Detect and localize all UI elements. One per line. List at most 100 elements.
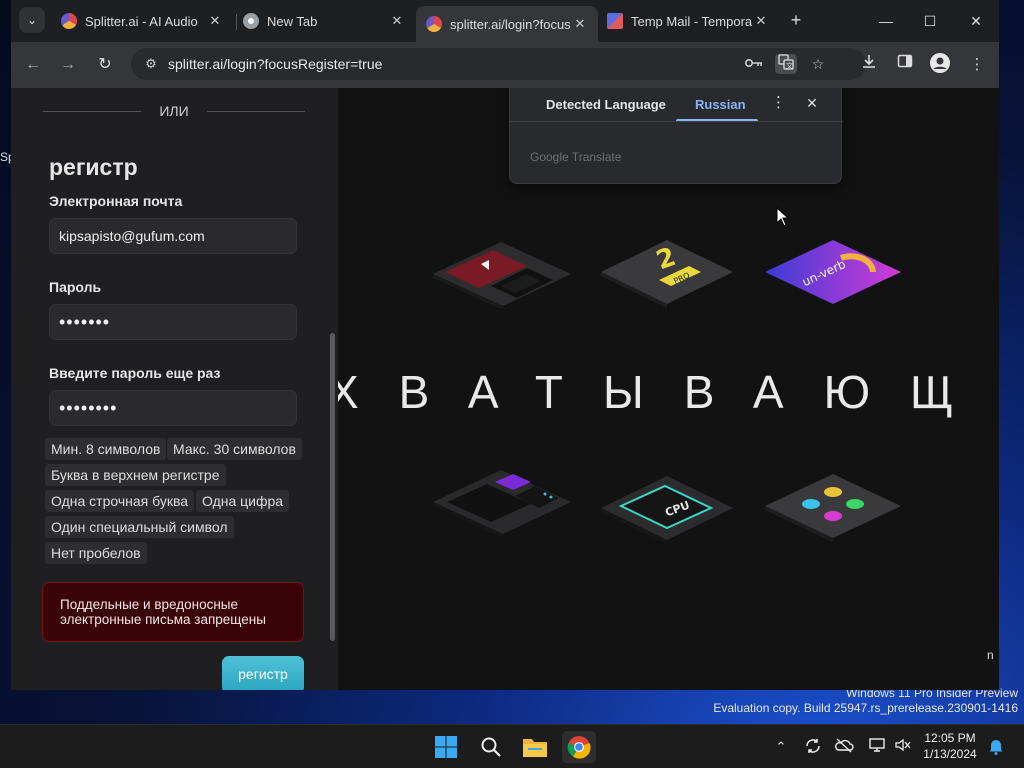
network-icon[interactable] (867, 737, 887, 757)
address-bar[interactable]: ⚙ splitter.ai/login?focusRegister=true 文… (131, 48, 866, 80)
minimize-button[interactable]: — (863, 8, 909, 34)
requirement-max-length: Макс. 30 символов (167, 438, 302, 460)
fake-email-warning: Поддельные и вредоносные электронные пис… (42, 582, 304, 642)
email-label: Электронная почта (49, 193, 183, 209)
requirement-digit: Одна цифра (196, 490, 290, 512)
confirm-password-value: •••••••• (59, 397, 118, 418)
notifications-bell-icon[interactable] (986, 737, 1006, 757)
volume-muted-icon[interactable] (893, 737, 913, 757)
start-button[interactable] (429, 731, 463, 763)
close-window-button[interactable]: ✕ (953, 8, 999, 34)
sync-icon[interactable] (803, 737, 823, 757)
download-icon[interactable] (857, 53, 881, 77)
close-tab-icon[interactable]: ✕ (753, 13, 769, 29)
close-tab-icon[interactable]: ✕ (389, 13, 405, 29)
tab-splitter-login[interactable]: splitter.ai/login?focus ✕ (416, 6, 598, 42)
page-content: ИЛИ регистр Электронная почта kipsapisto… (11, 88, 999, 690)
scrollbar-thumb[interactable] (330, 333, 335, 641)
taskbar-clock[interactable]: 12:05 PM 1/13/2024 (918, 730, 982, 762)
email-field[interactable]: kipsapisto@gufum.com (49, 218, 297, 254)
cpu-tile-icon: CPU (601, 476, 733, 544)
keyboard-tile-icon (433, 470, 571, 538)
chrome-taskbar-button[interactable] (562, 731, 596, 763)
splitter-favicon-icon (61, 13, 77, 29)
svg-text:文: 文 (786, 61, 793, 70)
translate-popup: Detected Language Russian ⋮ ✕ Google Tra… (509, 88, 843, 184)
requirement-min-length: Мин. 8 символов (45, 438, 167, 460)
chrome-menu-icon[interactable]: ⋮ (965, 53, 989, 77)
register-title: регистр (49, 154, 138, 180)
browser-toolbar: ← → ↻ ⚙ splitter.ai/login?focusRegister=… (11, 42, 999, 88)
popup-divider (510, 121, 843, 122)
divider-line (207, 111, 305, 112)
marquee-text: ХВАТЫВАЮЩ (338, 366, 994, 418)
detected-language-tab[interactable]: Detected Language (546, 97, 666, 112)
close-tab-icon[interactable]: ✕ (207, 13, 223, 29)
clock-time: 12:05 PM (924, 731, 976, 745)
new-tab-button[interactable]: + (785, 9, 807, 31)
tab-title: Temp Mail - Tempora (631, 13, 753, 29)
chrome-icon (567, 736, 591, 759)
tab-title: New Tab (267, 13, 318, 29)
password-field[interactable]: ••••••• (49, 304, 297, 340)
password-key-icon[interactable] (743, 54, 765, 74)
register-panel: ИЛИ регистр Электронная почта kipsapisto… (11, 88, 328, 690)
controller-tile-icon (765, 474, 901, 542)
back-arrow-icon[interactable]: ← (21, 53, 45, 77)
windows-watermark: Windows 11 Pro Insider Preview Evaluatio… (713, 686, 1018, 716)
forward-arrow-icon[interactable]: → (56, 53, 80, 77)
tab-splitter-ai[interactable]: Splitter.ai - AI Audio ✕ (51, 6, 233, 36)
tab-temp-mail[interactable]: Temp Mail - Tempora ✕ (597, 6, 779, 36)
reload-icon[interactable]: ↻ (93, 53, 117, 77)
clock-date: 1/13/2024 (923, 747, 977, 761)
confirm-password-field[interactable]: •••••••• (49, 390, 297, 426)
search-button[interactable] (474, 731, 508, 763)
translate-icon[interactable]: 文 (775, 54, 797, 74)
tab-search-button[interactable]: ⌄ (19, 7, 45, 33)
unverb-tile-icon: un-verb (765, 240, 901, 304)
maximize-button[interactable]: ☐ (907, 8, 953, 34)
splitter-favicon-icon (426, 16, 442, 32)
onedrive-icon[interactable] (834, 737, 854, 757)
password-value: ••••••• (59, 311, 111, 332)
profile-avatar-icon[interactable] (928, 53, 952, 77)
email-value: kipsapisto@gufum.com (59, 228, 205, 244)
password-label: Пароль (49, 279, 102, 295)
panel-scrollbar[interactable] (328, 88, 338, 690)
tab-title: splitter.ai/login?focus (450, 16, 571, 32)
or-divider: ИЛИ (43, 102, 305, 120)
confirm-password-label: Введите пароль еще раз (49, 365, 221, 381)
requirement-no-spaces: Нет пробелов (45, 542, 147, 564)
google-translate-brand: Google Translate (530, 150, 622, 164)
show-hidden-icons-chevron-icon[interactable]: ⌃ (771, 737, 791, 757)
pro-tile-icon: 2 PRO (601, 240, 733, 308)
close-popup-icon[interactable]: ✕ (803, 93, 821, 113)
page-edge-text: n (987, 648, 994, 662)
taskbar: ⌃ 12:05 PM 1/13/2024 (0, 724, 1024, 768)
tab-strip: ⌄ Splitter.ai - AI Audio ✕ New Tab ✕ spl… (11, 0, 999, 42)
file-explorer-button[interactable] (518, 731, 552, 763)
requirement-special-char: Один специальный символ (45, 516, 234, 538)
close-tab-icon[interactable]: ✕ (572, 16, 588, 32)
requirement-lowercase: Одна строчная буква (45, 490, 195, 512)
chrome-favicon-icon (243, 13, 259, 29)
folder-icon (523, 739, 547, 757)
url-text[interactable]: splitter.ai/login?focusRegister=true (168, 56, 382, 72)
register-button[interactable]: регистр (222, 656, 304, 690)
tab-title: Splitter.ai - AI Audio (85, 13, 198, 29)
headline-marquee: ХВАТЫВАЮЩ (338, 362, 999, 422)
search-icon (481, 737, 501, 757)
temp-mail-favicon-icon (607, 13, 623, 29)
youtube-tile-icon (433, 242, 571, 308)
russian-tab[interactable]: Russian (695, 97, 746, 112)
bookmark-star-icon[interactable]: ☆ (807, 54, 829, 74)
requirement-uppercase: Буква в верхнем регистре (45, 464, 226, 486)
windows-logo-icon (435, 736, 457, 758)
tab-new-tab[interactable]: New Tab ✕ (233, 6, 415, 36)
site-info-icon[interactable]: ⚙ (141, 54, 161, 74)
side-panel-icon[interactable] (893, 53, 917, 77)
watermark-build: Evaluation copy. Build 25947.rs_prerelea… (713, 701, 1018, 715)
mouse-cursor-icon (776, 207, 790, 227)
more-options-icon[interactable]: ⋮ (771, 93, 786, 113)
browser-window: ⌄ Splitter.ai - AI Audio ✕ New Tab ✕ spl… (11, 0, 999, 690)
